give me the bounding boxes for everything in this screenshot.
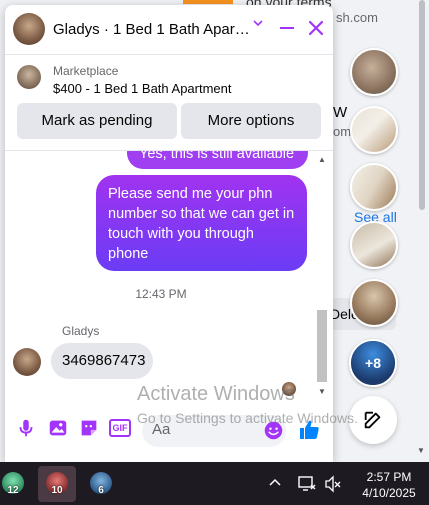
message-input[interactable] [152, 421, 252, 438]
more-chats-bubble[interactable]: +8 [349, 339, 397, 387]
more-options-button[interactable]: More options [181, 103, 321, 139]
more-chats-count: +8 [365, 355, 381, 371]
chevron-up-icon[interactable] [268, 476, 282, 490]
taskbar-app-1[interactable]: 12 [0, 466, 32, 502]
system-clock[interactable]: 2:57 PM 4/10/2025 [352, 469, 426, 501]
clock-date: 4/10/2025 [362, 486, 416, 500]
background-fragment-om: om [333, 124, 352, 139]
seen-indicator-avatar [282, 382, 296, 396]
message-list: Yes, this is still available Please send… [5, 151, 333, 399]
chat-head-avatar-1[interactable] [350, 48, 398, 96]
listing-thumbnail[interactable] [17, 65, 41, 89]
marketplace-listing-panel: Marketplace $400 - 1 Bed 1 Bath Apartmen… [5, 55, 333, 151]
taskbar-app-3[interactable]: 6 [82, 466, 120, 502]
scroll-down-arrow-icon[interactable]: ▼ [318, 387, 326, 396]
page-scrollbar[interactable]: ▼ [415, 0, 429, 462]
sender-name: Gladys [62, 324, 100, 338]
background-fragment-w: W [333, 104, 348, 121]
app-badge: 12 [7, 485, 19, 496]
message-scrollbar[interactable]: ▲ ▼ [314, 151, 330, 399]
sender-avatar[interactable] [13, 348, 41, 376]
chat-window: Gladys · 1 Bed 1 Bath Apart… Marketplace… [5, 5, 333, 462]
chevron-down-icon[interactable] [252, 17, 264, 32]
incoming-message: 3469867473 [51, 343, 153, 379]
microphone-icon[interactable] [15, 417, 37, 439]
photo-icon[interactable] [47, 417, 69, 439]
emoji-icon[interactable] [263, 420, 284, 441]
background-domain-text: sh.com [336, 10, 378, 25]
taskbar: 12 10 6 2:57 PM 4/10/2025 [0, 462, 429, 505]
chat-head-avatar-3[interactable] [350, 163, 398, 211]
new-message-button[interactable] [349, 396, 397, 444]
message-composer: GIF [5, 399, 333, 462]
clock-time: 2:57 PM [366, 470, 412, 484]
chat-header[interactable]: Gladys · 1 Bed 1 Bath Apart… [5, 5, 333, 55]
network-icon[interactable] [297, 475, 317, 493]
sticker-icon[interactable] [78, 417, 100, 439]
message-scrollbar-thumb[interactable] [317, 310, 327, 382]
chat-head-avatar-4[interactable] [350, 221, 398, 269]
message-input-container[interactable] [142, 415, 286, 447]
outgoing-message: Please send me your phn number so that w… [96, 175, 307, 271]
compose-icon [364, 411, 381, 429]
mark-as-pending-button[interactable]: Mark as pending [17, 103, 177, 139]
minimize-icon[interactable] [280, 27, 294, 29]
like-thumbs-up-icon[interactable] [298, 418, 322, 442]
chat-title[interactable]: Gladys · 1 Bed 1 Bath Apart… [53, 21, 251, 38]
volume-muted-icon[interactable] [324, 475, 342, 493]
scroll-up-arrow-icon[interactable]: ▲ [318, 155, 326, 164]
outgoing-message: Yes, this is still available [127, 151, 308, 169]
listing-title[interactable]: $400 - 1 Bed 1 Bath Apartment [53, 81, 232, 96]
chat-head-avatar-5[interactable] [350, 279, 398, 327]
app-badge: 6 [98, 485, 104, 496]
close-icon[interactable] [307, 19, 325, 37]
taskbar-app-2[interactable]: 10 [38, 466, 76, 502]
background-banner-strip [183, 0, 233, 4]
chat-head-avatar-2[interactable] [350, 106, 398, 154]
message-timestamp: 12:43 PM [135, 287, 187, 301]
gif-icon[interactable]: GIF [109, 419, 131, 437]
page-scrollbar-thumb[interactable] [419, 0, 425, 210]
scroll-down-arrow-icon[interactable]: ▼ [417, 446, 425, 455]
chat-avatar[interactable] [13, 13, 45, 45]
app-badge: 10 [51, 485, 63, 496]
marketplace-label: Marketplace [53, 64, 119, 78]
